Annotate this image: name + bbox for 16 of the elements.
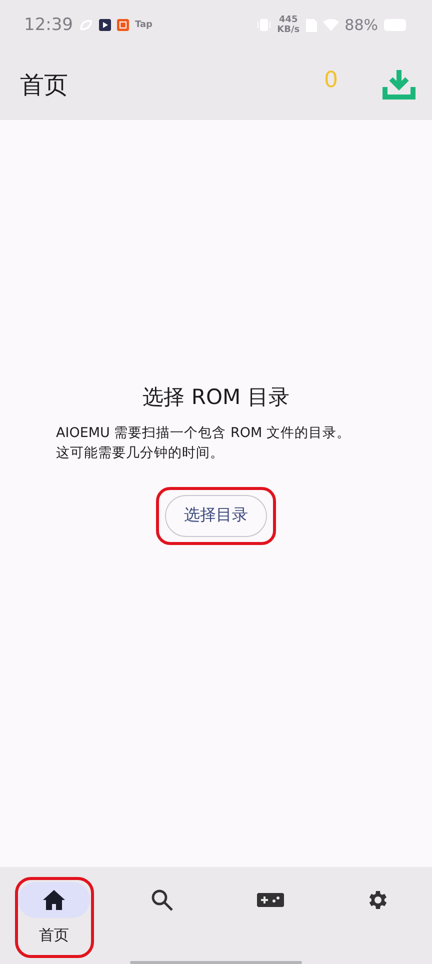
app-icon	[99, 19, 111, 31]
home-icon	[42, 889, 66, 911]
download-count: 0	[324, 68, 338, 92]
search-icon	[151, 889, 173, 911]
net-speed-unit: KB/s	[277, 25, 300, 35]
empty-title: 选择 ROM 目录	[142, 384, 290, 410]
page-title: 首页	[20, 70, 69, 101]
empty-message: AIOEMU 需要扫描一个包含 ROM 文件的目录。	[56, 424, 352, 442]
empty-message: 这可能需要几分钟的时间。	[56, 444, 225, 462]
app-label: Tap	[135, 20, 152, 30]
app-icon	[117, 19, 129, 31]
choose-folder-button[interactable]: 选择目录	[165, 494, 267, 536]
status-time: 12:39	[24, 15, 73, 35]
battery-percent: 88%	[344, 16, 378, 34]
net-speed: 445	[279, 15, 298, 25]
gamepad-icon	[256, 893, 284, 907]
